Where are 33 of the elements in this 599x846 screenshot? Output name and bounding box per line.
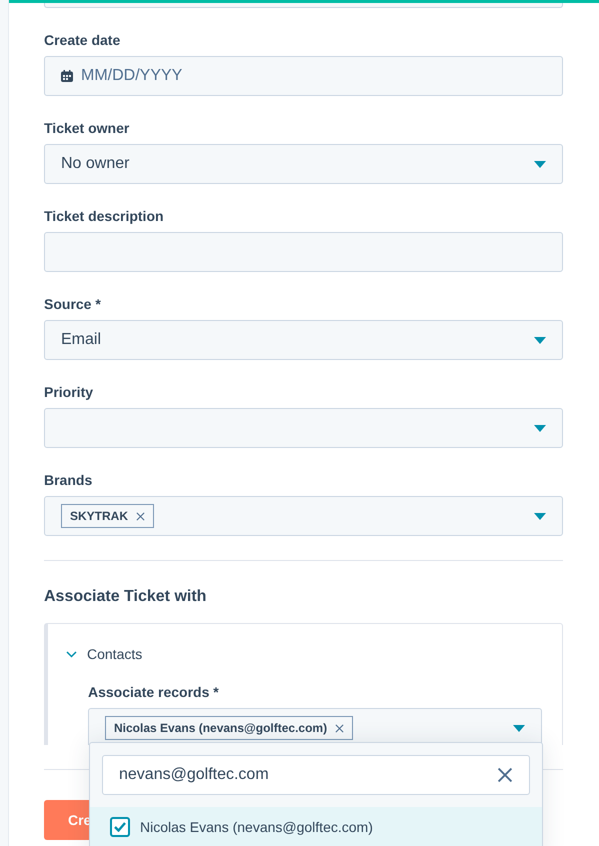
checkmark-icon [114, 822, 126, 832]
dropdown-caret-icon[interactable] [534, 424, 546, 432]
field-label: Priority [44, 384, 94, 401]
search-field[interactable]: nevans@golftec.com [102, 755, 530, 795]
checkbox[interactable] [110, 817, 130, 837]
select-field[interactable] [44, 408, 563, 448]
section-title: Associate Ticket with [44, 587, 208, 607]
field-label: Create date [44, 32, 122, 49]
date-field[interactable]: MM/DD/YYYY [44, 56, 563, 96]
field-label: Source * [44, 296, 102, 313]
select-field[interactable]: SKYTRAK [44, 496, 563, 536]
dropdown-option[interactable]: Nicolas Evans (nevans@golftec.com) [90, 807, 542, 846]
select-field[interactable]: Nicolas Evans (nevans@golftec.com) [88, 708, 542, 745]
remove-icon[interactable] [136, 512, 146, 520]
dropdown-caret-icon[interactable] [513, 724, 525, 732]
calendar-icon [61, 70, 73, 82]
select-field[interactable]: No owner [44, 144, 563, 184]
tag: Nicolas Evans (nevans@golftec.com) [105, 716, 354, 740]
field-label: Ticket description [44, 208, 165, 225]
dropdown-caret-icon[interactable] [534, 160, 546, 168]
text-field[interactable] [44, 232, 563, 272]
field-label: Brands [44, 472, 94, 489]
field-label: Ticket owner [44, 120, 130, 137]
chevron-icon [66, 650, 77, 658]
text-field[interactable] [44, 3, 563, 8]
remove-icon[interactable] [335, 724, 344, 732]
dropdown-caret-icon[interactable] [534, 512, 546, 520]
tag: SKYTRAK [61, 504, 154, 528]
select-field[interactable]: Email [44, 320, 563, 360]
dropdown-caret-icon[interactable] [534, 336, 546, 344]
clear-icon[interactable] [497, 767, 513, 783]
field-label: Associate records * [88, 684, 220, 701]
contacts-toggle[interactable]: Contacts [66, 646, 142, 662]
